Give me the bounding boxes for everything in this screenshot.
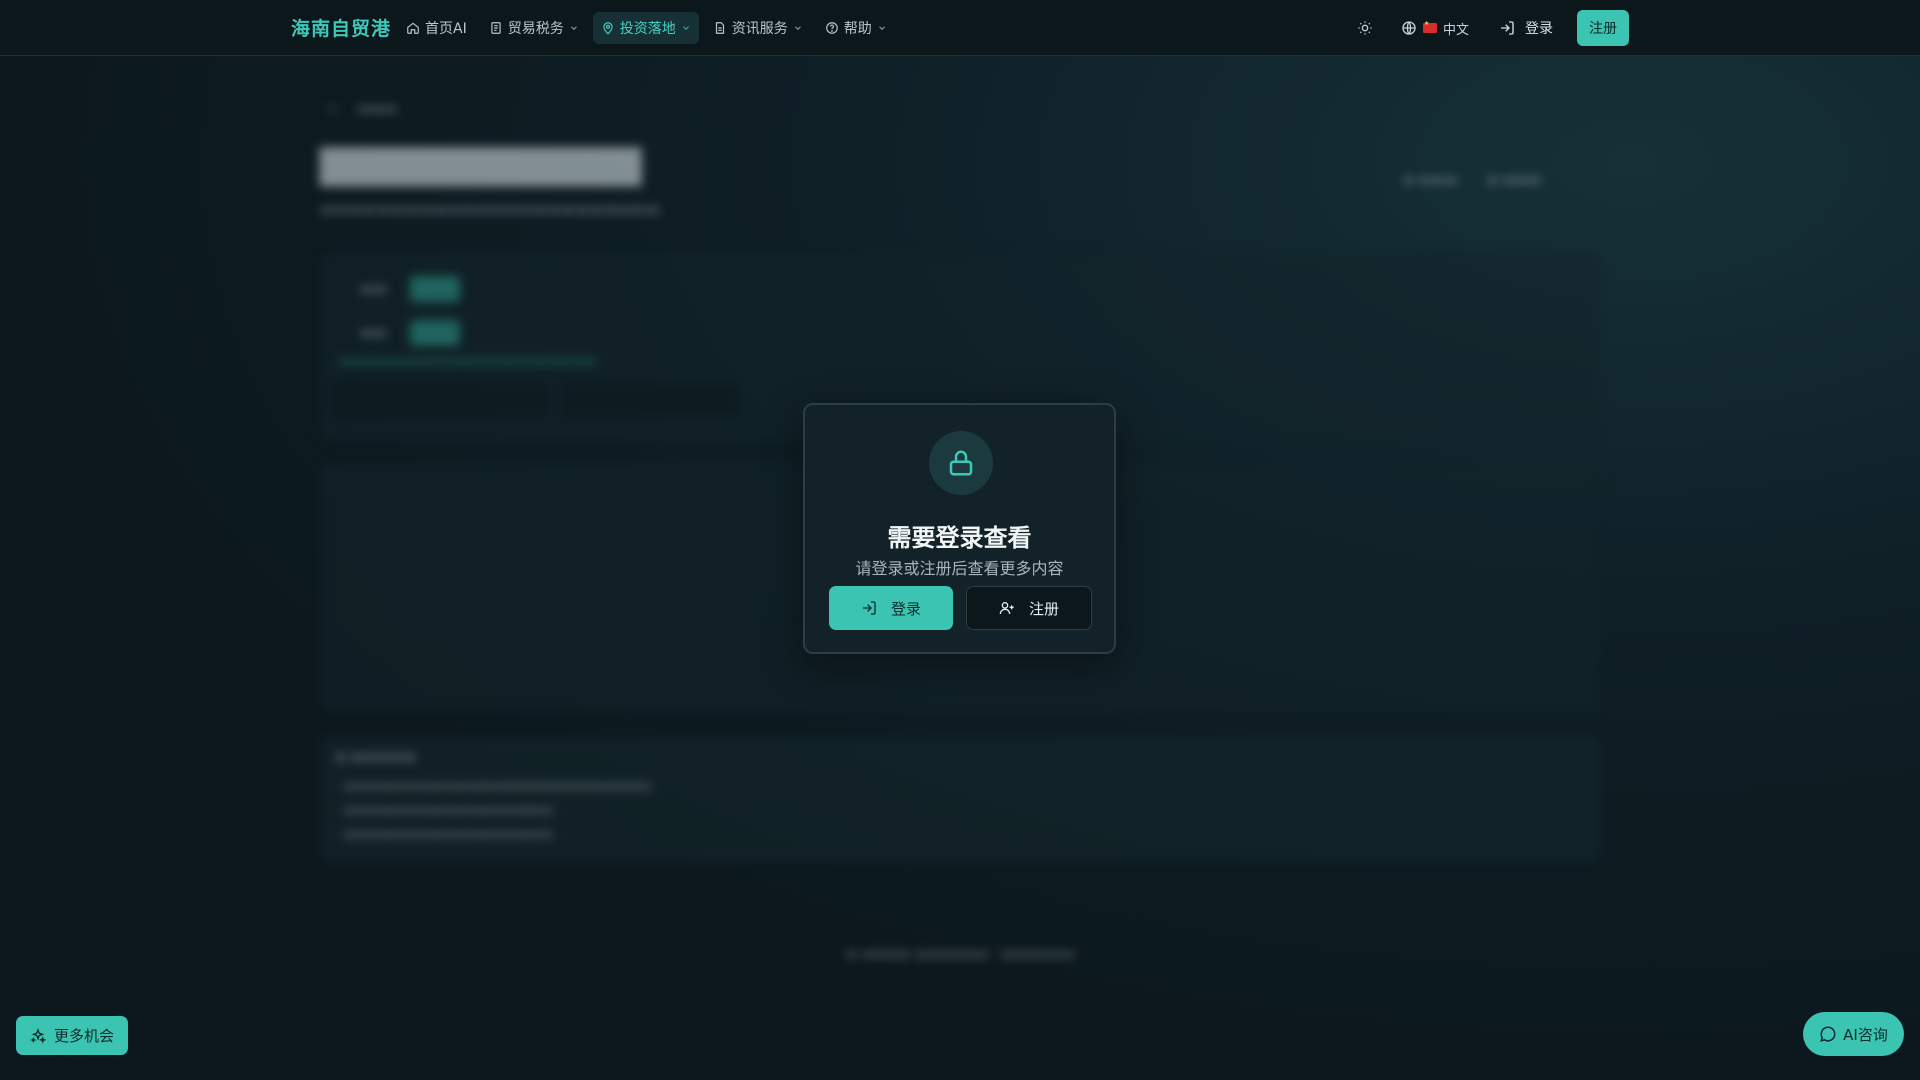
tips-card: ▪ ▬▬▬▬▬ · ▬▬▬▬▬▬▬▬▬▬▬▬▬▬▬▬▬▬▬▬▬▬▬▬▬ · ▬▬… [320,737,1600,862]
modal-login-button[interactable]: 登录 [829,586,953,630]
chat-bubble-icon [1820,1026,1836,1042]
nav-item-investment[interactable]: 投资落地 [592,12,699,44]
modal-login-label: 登录 [890,599,921,618]
nav-item-label: 贸易税务 [507,21,564,37]
nav-login-label: 登录 [1525,21,1553,37]
nav-item-label: 首页AI [425,21,467,37]
tip-item: · ▬▬▬▬▬▬▬▬▬▬▬▬▬▬▬▬▬ [336,803,554,818]
filter-link-blurred: ▬▬▬▬▬▬▬▬▬▬▬▬▬▬▬▬▬▬▬▬▬ [338,354,596,369]
search-box [560,382,740,418]
more-opportunities-label: 更多机会 [53,1027,114,1045]
chevron-down-icon [878,26,885,30]
modal-register-label: 注册 [1028,599,1059,618]
sparkles-icon [30,1027,46,1044]
footer-blurred: ▬ ▬▬▬▬ ▬▬▬▬▬▬ · ▬▬▬▬▬▬ [845,947,1075,962]
page-title-blurred: ▇▇▇▇▇▇▇▇▇▇▇ [320,142,642,186]
globe-icon [1402,21,1416,35]
modal-register-button[interactable]: 注册 [966,586,1092,630]
chevron-down-icon [570,26,577,30]
document-icon [715,22,724,34]
filter-row: ▬▬ [360,320,461,346]
sun-icon [1358,21,1372,35]
filter-chip [410,276,461,302]
help-circle-icon [825,22,838,34]
tips-title-blurred: ▪ ▬▬▬▬▬ [336,749,417,765]
ai-consult-label: AI咨询 [1843,1025,1888,1044]
log-in-icon [862,601,876,615]
log-in-icon [1501,21,1514,35]
filter-row: ▬▬ [360,276,461,302]
language-selector[interactable]: 中文 [1395,10,1475,46]
nav-item-info-services[interactable]: 资讯服务 [705,12,811,44]
nav-item-label: 投资落地 [619,21,676,37]
nav-item-label: 资讯服务 [731,21,788,37]
breadcrumb: ← ▬▬▬ [328,101,398,117]
theme-toggle-button[interactable] [1349,10,1381,46]
page-subtitle-blurred: ▬▬▬▬▬▬▬▬▬▬▬▬▬▬▬▬▬▬▬▬▬▬▬▬ [320,200,661,218]
nav-item-label: 帮助 [843,21,872,37]
modal-title: 需要登录查看 [887,524,1032,552]
search-box [330,382,550,418]
ai-consult-button[interactable]: AI咨询 [1803,1012,1904,1056]
modal-subtitle: 请登录或注册后查看更多内容 [855,559,1064,578]
nav-right-actions: 中文 登录 注册 [1349,10,1629,46]
brand-logo[interactable]: 海南自贸港 [291,14,391,41]
chevron-down-icon [794,26,801,30]
map-pin-icon [603,22,613,35]
home-icon [407,22,419,34]
top-navbar: 海南自贸港 首页AI 贸易税务 投资落地 资讯服务 帮助 ★ 中文 登录 注册 [0,0,1920,56]
more-opportunities-button[interactable]: 更多机会 [16,1016,128,1055]
nav-item-trade-tax[interactable]: 贸易税务 [481,12,587,44]
language-label: 中文 [1442,22,1469,38]
top-actions-blurred: ▪ ▬▬▬ ▪ ▬▬▬ [1404,172,1542,188]
login-required-modal: 需要登录查看 请登录或注册后查看更多内容 登录 注册 [803,403,1116,654]
nav-login-button[interactable]: 登录 [1489,10,1563,46]
china-flag-icon [1422,20,1437,33]
chevron-down-icon [682,26,689,30]
nav-register-button[interactable]: 注册 [1577,10,1629,46]
tip-item: · ▬▬▬▬▬▬▬▬▬▬▬▬▬▬▬▬▬ [336,827,554,842]
receipt-icon [491,22,501,34]
nav-menu: 首页AI 贸易税务 投资落地 资讯服务 帮助 [398,12,895,44]
user-plus-icon [999,602,1014,615]
nav-item-home[interactable]: 首页AI [398,12,475,44]
lock-badge [929,431,993,495]
filter-chip [410,320,461,346]
tip-item: · ▬▬▬▬▬▬▬▬▬▬▬▬▬▬▬▬▬▬▬▬▬▬▬▬▬ [336,779,652,794]
nav-item-help[interactable]: 帮助 [817,12,895,44]
lock-icon [949,450,973,476]
